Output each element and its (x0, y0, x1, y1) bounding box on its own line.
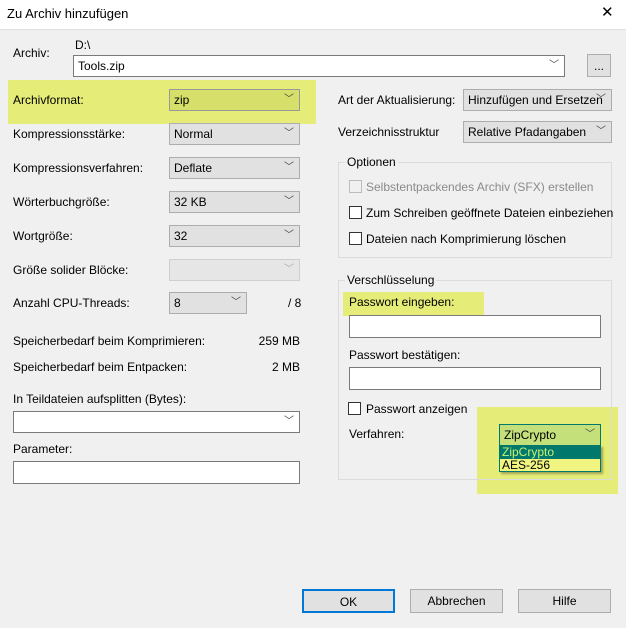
chevron-down-icon: ﹀ (284, 128, 294, 139)
chevron-down-icon: ﹀ (284, 94, 294, 105)
chevron-down-icon: ﹀ (284, 416, 294, 427)
show-password-label[interactable]: Passwort anzeigen (366, 402, 467, 416)
update-value: Hinzufügen und Ersetzen (468, 93, 603, 107)
encryption-method-value: ZipCrypto (504, 428, 557, 442)
password-label: Passwort eingeben: (349, 295, 455, 309)
archive-filename: Tools.zip (78, 59, 125, 73)
mem-extract-value: 2 MB (271, 360, 300, 374)
method-combo[interactable]: Deflate ﹀ (169, 157, 300, 179)
show-password-checkbox[interactable] (348, 402, 361, 415)
dict-combo[interactable]: 32 KB ﹀ (169, 191, 300, 213)
format-label: Archivformat: (13, 93, 84, 107)
encryption-method-combo[interactable]: ZipCrypto ﹀ (499, 424, 601, 446)
delete-after-label[interactable]: Dateien nach Komprimierung löschen (366, 232, 566, 246)
chevron-down-icon: ﹀ (284, 230, 294, 241)
sfx-label: Selbstentpackendes Archiv (SFX) erstelle… (366, 180, 594, 194)
chevron-down-icon: ﹀ (596, 94, 606, 105)
chevron-down-icon: ﹀ (549, 60, 559, 71)
encryption-title: Verschlüsselung (345, 273, 437, 287)
dict-value: 32 KB (174, 195, 207, 209)
archive-filename-combo[interactable]: Tools.zip ﹀ (73, 55, 565, 77)
paths-value: Relative Pfadangaben (468, 125, 587, 139)
archive-label: Archiv: (13, 46, 50, 60)
word-value: 32 (174, 229, 188, 243)
chevron-down-icon: ﹀ (284, 162, 294, 173)
option-aes256[interactable]: AES-256 (500, 459, 600, 472)
delete-after-checkbox[interactable] (349, 232, 362, 245)
level-value: Normal (174, 127, 213, 141)
format-value: zip (174, 93, 190, 107)
password-confirm-label: Passwort bestätigen: (349, 348, 461, 362)
method-value: Deflate (174, 161, 213, 175)
password-confirm-input[interactable] (349, 367, 601, 390)
solid-combo: ﹀ (169, 259, 300, 281)
level-combo[interactable]: Normal ﹀ (169, 123, 300, 145)
params-label: Parameter: (13, 442, 73, 456)
chevron-down-icon: ﹀ (231, 297, 241, 308)
encryption-method-label: Verfahren: (349, 427, 405, 441)
update-combo[interactable]: Hinzufügen und Ersetzen ﹀ (463, 89, 612, 111)
word-label: Wortgröße: (13, 229, 73, 243)
chevron-down-icon: ﹀ (284, 196, 294, 207)
ok-button[interactable]: OK (302, 589, 395, 613)
update-label: Art der Aktualisierung: (338, 93, 456, 107)
archive-path: D:\ (75, 38, 91, 52)
options-group: Optionen Selbstentpackendes Archiv (SFX)… (338, 155, 613, 258)
password-input[interactable] (349, 315, 601, 338)
split-label: In Teildateien aufsplitten (Bytes): (13, 392, 187, 406)
paths-combo[interactable]: Relative Pfadangaben ﹀ (463, 121, 612, 143)
title-bar: Zu Archiv hinzufügen ✕ (0, 0, 626, 30)
close-icon[interactable]: ✕ (601, 5, 614, 20)
mem-compress-value: 259 MB (258, 334, 300, 348)
encryption-method-dropdown: ZipCrypto AES-256 (499, 445, 601, 472)
solid-label: Größe solider Blöcke: (13, 263, 129, 277)
threads-combo[interactable]: 8 ﹀ (169, 292, 247, 314)
method-label: Kompressionsverfahren: (13, 161, 144, 175)
window-title: Zu Archiv hinzufügen (7, 6, 129, 21)
mem-compress-label: Speicherbedarf beim Komprimieren: (13, 334, 206, 348)
dict-label: Wörterbuchgröße: (13, 195, 110, 209)
help-button[interactable]: Hilfe (518, 589, 611, 613)
threads-label: Anzahl CPU-Threads: (13, 296, 130, 310)
format-combo[interactable]: zip ﹀ (169, 89, 300, 111)
cancel-button[interactable]: Abbrechen (410, 589, 503, 613)
chevron-down-icon: ﹀ (585, 429, 595, 440)
mem-extract-label: Speicherbedarf beim Entpacken: (13, 360, 188, 374)
word-combo[interactable]: 32 ﹀ (169, 225, 300, 247)
split-combo[interactable]: ﹀ (13, 411, 300, 433)
open-files-label[interactable]: Zum Schreiben geöffnete Dateien einbezie… (366, 206, 613, 220)
level-label: Kompressionsstärke: (13, 127, 126, 141)
threads-value: 8 (174, 296, 181, 310)
params-input[interactable] (13, 461, 300, 484)
chevron-down-icon: ﹀ (284, 264, 294, 275)
sfx-checkbox (349, 180, 362, 193)
options-title: Optionen (345, 155, 398, 169)
chevron-down-icon: ﹀ (596, 126, 606, 137)
open-files-checkbox[interactable] (349, 206, 362, 219)
paths-label: Verzeichnisstruktur (338, 125, 440, 139)
threads-max: / 8 (288, 296, 302, 310)
browse-button[interactable]: ... (587, 54, 611, 77)
